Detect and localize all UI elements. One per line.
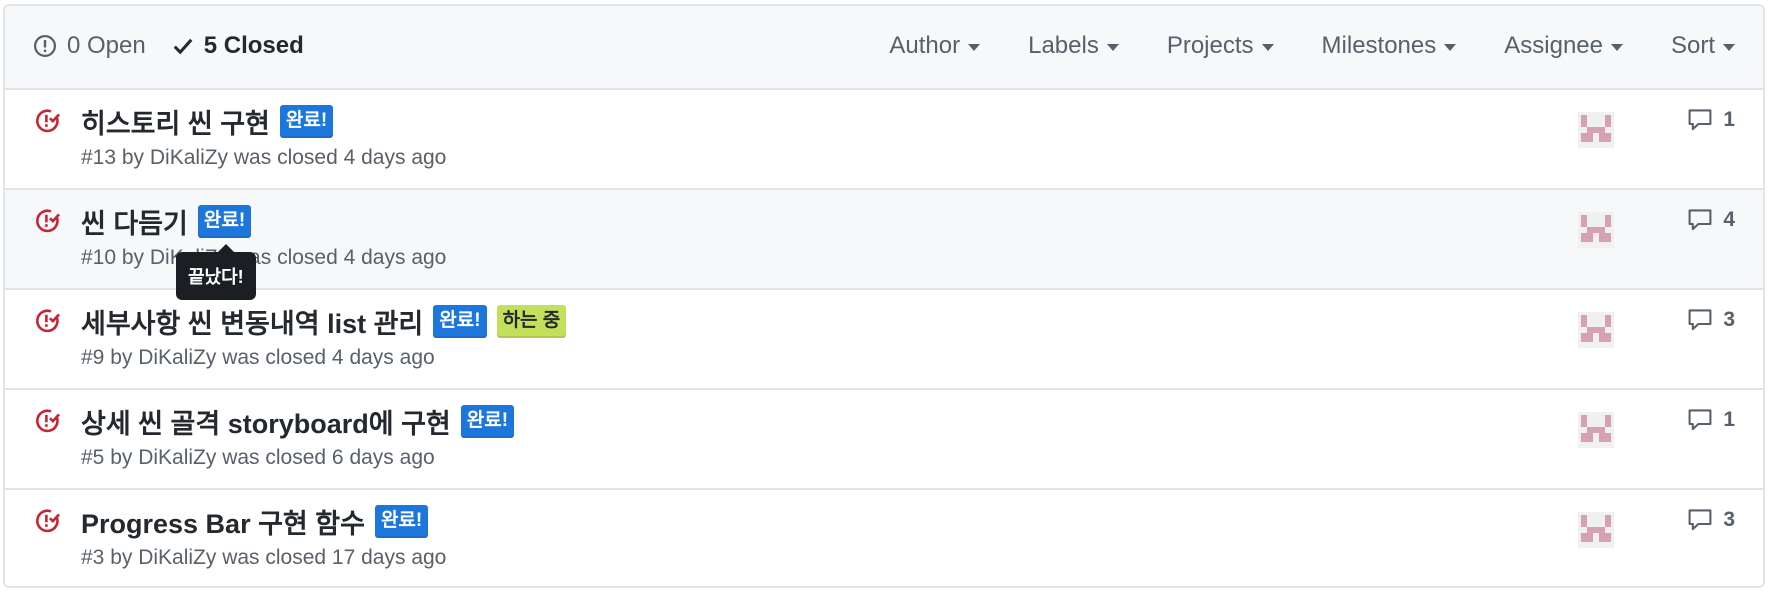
issue-title-link[interactable]: 세부사항 씬 변동내역 list 관리 (81, 302, 423, 341)
issue-label[interactable]: 하는 중 (496, 305, 567, 338)
comment-icon (1688, 309, 1712, 331)
issue-meta: #13 by DiKaliZy was closed 4 days ago (81, 146, 447, 169)
labels-filter[interactable]: Labels (1028, 32, 1119, 60)
issue-closed-icon (36, 309, 61, 333)
comment-icon (1688, 509, 1712, 531)
issue-closed-icon (36, 409, 61, 433)
issue-title-line: 씬 다듬기 완료! (81, 202, 252, 241)
sort-filter[interactable]: Sort (1671, 32, 1735, 60)
issue-label[interactable]: 완료! (374, 505, 429, 538)
issue-title-link[interactable]: Progress Bar 구현 함수 (81, 502, 365, 541)
issue-meta: #5 by DiKaliZy was closed 6 days ago (81, 446, 435, 469)
issue-title-link[interactable]: 상세 씬 골격 storyboard에 구현 (81, 402, 451, 441)
issue-row[interactable]: 상세 씬 골격 storyboard에 구현 완료! #5 by DiKaliZy … (5, 390, 1763, 490)
assignee-filter-label: Assignee (1504, 32, 1603, 59)
filter-menus: Author Labels Projects Milestones Assign… (841, 32, 1735, 60)
author-filter[interactable]: Author (889, 32, 981, 60)
issue-meta: #3 by DiKaliZy was closed 17 days ago (81, 546, 447, 569)
comments-link[interactable]: 3 (1687, 308, 1735, 332)
comment-count: 3 (1723, 508, 1735, 531)
issue-row[interactable]: 씬 다듬기 완료! #10 by DiKaliZy was closed 4 day… (5, 190, 1763, 290)
issue-row[interactable]: Progress Bar 구현 함수 완료! #3 by DiKaliZy was … (5, 490, 1763, 586)
issue-title-line: Progress Bar 구현 함수 완료! (81, 502, 429, 541)
assignee-avatar[interactable] (1578, 312, 1614, 348)
issue-closed-icon (36, 109, 61, 133)
issue-meta: #9 by DiKaliZy was closed 4 days ago (81, 346, 435, 369)
comments-link[interactable]: 3 (1687, 508, 1735, 532)
issue-meta: #10 by DiKaliZy was closed 4 days ago (81, 246, 447, 269)
issue-label[interactable]: 완료! (279, 105, 334, 138)
assignee-avatar[interactable] (1578, 412, 1614, 448)
sort-filter-label: Sort (1670, 32, 1715, 59)
issues-list-box: 0 Open 5 Closed Author Labels Projects M… (3, 4, 1765, 588)
issue-title-line: 세부사항 씬 변동내역 list 관리 완료! 하는 중 (81, 302, 567, 341)
author-filter-label: Author (889, 32, 961, 59)
open-count-label: 0 Open (67, 32, 146, 59)
issue-label[interactable]: 완료! (197, 205, 252, 238)
issue-title-line: 상세 씬 골격 storyboard에 구현 완료! (81, 402, 515, 441)
state-toggles: 0 Open 5 Closed (33, 32, 330, 60)
assignee-avatar[interactable] (1578, 112, 1614, 148)
projects-filter[interactable]: Projects (1167, 32, 1274, 60)
tooltip-text: 끝났다! (188, 267, 244, 287)
issue-label[interactable]: 완료! (433, 305, 487, 338)
issue-closed-icon (36, 509, 61, 533)
comments-link[interactable]: 1 (1687, 108, 1735, 132)
caret-down-icon (1444, 44, 1457, 51)
issue-label[interactable]: 완료! (460, 405, 515, 438)
closed-count-label: 5 Closed (203, 32, 304, 59)
assignee-avatar[interactable] (1578, 212, 1614, 248)
caret-down-icon (1723, 44, 1735, 51)
comment-icon (1688, 409, 1712, 431)
milestones-filter-label: Milestones (1321, 32, 1437, 59)
issues-list-header: 0 Open 5 Closed Author Labels Projects M… (5, 6, 1763, 90)
milestones-filter[interactable]: Milestones (1322, 32, 1457, 60)
comment-icon (1688, 209, 1712, 231)
caret-down-icon (968, 44, 981, 51)
issue-row[interactable]: 히스토리 씬 구현 완료! #13 by DiKaliZy was closed 4… (5, 90, 1763, 190)
issue-title-link[interactable]: 히스토리 씬 구현 (81, 102, 270, 141)
issue-row[interactable]: 세부사항 씬 변동내역 list 관리 완료! 하는 중 #9 by DiKaliZy… (5, 290, 1763, 390)
issue-title-line: 히스토리 씬 구현 완료! (81, 102, 334, 141)
check-icon (173, 38, 193, 55)
comment-count: 1 (1723, 108, 1735, 131)
assignee-avatar[interactable] (1578, 512, 1614, 548)
comments-link[interactable]: 4 (1687, 208, 1735, 232)
issue-opened-icon (33, 34, 57, 58)
assignee-filter[interactable]: Assignee (1504, 32, 1623, 60)
comment-icon (1688, 109, 1712, 131)
comments-link[interactable]: 1 (1687, 408, 1735, 432)
label-tooltip: 끝났다! (176, 244, 256, 300)
labels-filter-label: Labels (1028, 32, 1099, 59)
caret-down-icon (1106, 44, 1119, 51)
comment-count: 4 (1723, 208, 1735, 231)
caret-down-icon (1261, 44, 1274, 51)
comment-count: 3 (1723, 308, 1735, 331)
issue-title-link[interactable]: 씬 다듬기 (81, 202, 188, 241)
closed-issues-toggle[interactable]: 5 Closed (172, 32, 304, 60)
caret-down-icon (1610, 44, 1623, 51)
comment-count: 1 (1723, 408, 1735, 431)
issue-closed-icon (36, 209, 61, 233)
open-issues-toggle[interactable]: 0 Open (33, 32, 146, 60)
projects-filter-label: Projects (1166, 32, 1254, 59)
